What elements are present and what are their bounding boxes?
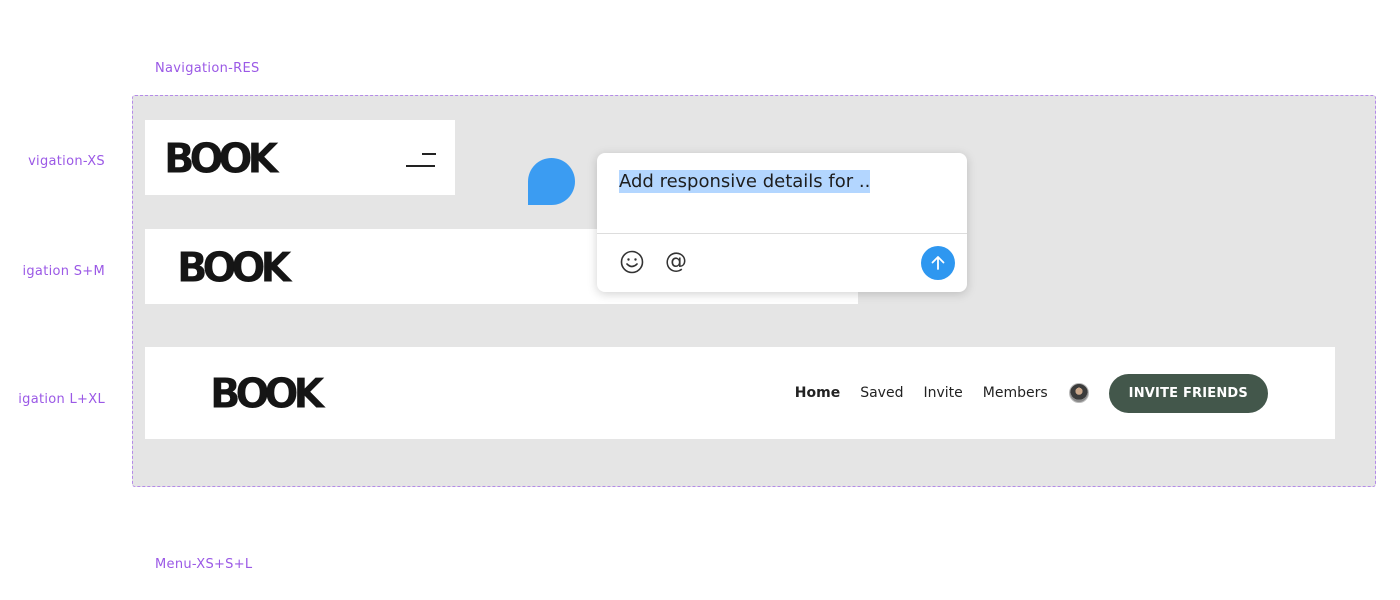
nav-links: Home Saved Invite Members INVITE FRIENDS	[795, 373, 1268, 413]
navigation-lxl: BOOK Home Saved Invite Members INVITE FR…	[145, 347, 1335, 439]
frame-label-navigation-xs: vigation-XS	[28, 154, 105, 169]
send-button[interactable]	[921, 246, 955, 280]
invite-friends-button[interactable]: INVITE FRIENDS	[1108, 373, 1268, 413]
comment-input[interactable]: Add responsive details for ..	[619, 170, 945, 197]
book-logo[interactable]: BOOK	[177, 248, 291, 289]
comment-composer: Add responsive details for .. @	[597, 153, 967, 292]
book-logo[interactable]: BOOK	[164, 139, 278, 180]
book-logo[interactable]: BOOK	[210, 374, 324, 415]
nav-link-saved[interactable]: Saved	[860, 385, 903, 401]
hamburger-icon[interactable]	[405, 152, 437, 168]
comment-pin-icon[interactable]	[528, 158, 575, 205]
arrow-up-icon	[931, 256, 945, 270]
smiley-icon[interactable]	[619, 249, 645, 275]
avatar[interactable]	[1068, 383, 1089, 403]
frame-label-navigation-lxl: igation L+XL	[18, 392, 105, 407]
comment-toolbar: @	[619, 249, 707, 275]
comment-text: Add responsive details for ..	[619, 170, 871, 193]
divider	[597, 233, 967, 234]
nav-link-members[interactable]: Members	[983, 385, 1048, 401]
frame-label-navigation-sm: igation S+M	[22, 264, 105, 279]
nav-link-home[interactable]: Home	[795, 385, 840, 401]
at-icon[interactable]: @	[663, 249, 689, 275]
frame-label-menu: Menu-XS+S+L	[155, 557, 253, 572]
frame-label-navigation-res: Navigation-RES	[155, 61, 260, 76]
navigation-xs: BOOK	[145, 120, 455, 195]
nav-link-invite[interactable]: Invite	[923, 385, 962, 401]
